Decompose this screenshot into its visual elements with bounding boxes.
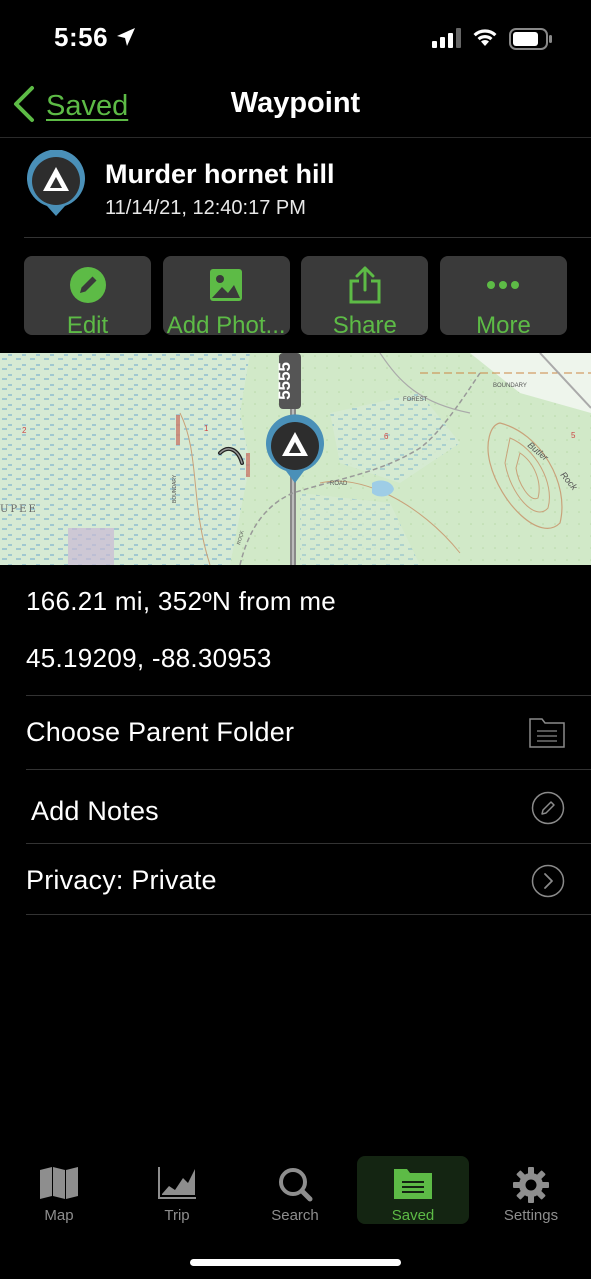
waypoint-map[interactable]: 5555 UPEE FOREST BOUNDARY Butler Rock RO… — [0, 353, 591, 565]
choose-parent-folder-row[interactable]: Choose Parent Folder — [26, 695, 591, 769]
share-button[interactable]: Share — [301, 256, 429, 335]
chart-icon — [157, 1166, 197, 1205]
distance-text: 166.21 mi, 352ºN from me — [26, 586, 337, 616]
tab-settings-label: Settings — [503, 1207, 559, 1224]
tab-bar: Map Trip Search Saved Settings — [0, 1150, 591, 1240]
map-label-place: UPEE — [0, 504, 38, 515]
page-title: Waypoint — [230, 87, 361, 119]
battery-icon — [509, 28, 553, 55]
map-label-boundary: BOUNDARY — [493, 383, 527, 389]
tab-search-label: Search — [271, 1207, 319, 1224]
folder-icon — [393, 1166, 433, 1205]
share-label: Share — [332, 312, 397, 335]
cellular-signal-icon — [432, 28, 462, 53]
coordinates-text[interactable]: 45.19209, -88.30953 — [26, 643, 272, 674]
waypoint-name: Murder hornet hill — [105, 159, 335, 189]
chevron-right-circle-icon — [531, 864, 565, 903]
map-label-boundary-side: BOUNDARY — [172, 474, 178, 503]
map-road-number: 5555 — [275, 362, 294, 400]
map-label-section-2: 2 — [22, 426, 27, 435]
waypoint-header: Murder hornet hill 11/14/21, 12:40:17 PM — [24, 138, 591, 238]
tab-trip-label: Trip — [164, 1207, 190, 1224]
pencil-icon — [69, 266, 107, 309]
tab-map-label: Map — [44, 1207, 74, 1224]
status-time: 5:56 — [54, 22, 109, 52]
search-icon — [277, 1166, 313, 1207]
tab-saved[interactable]: Saved — [357, 1156, 469, 1224]
image-icon — [207, 266, 245, 309]
add-notes-label: Add Notes — [31, 796, 159, 826]
add-notes-row[interactable]: Add Notes — [26, 769, 591, 843]
navigation-bar: Saved Waypoint — [0, 80, 591, 138]
wifi-icon — [471, 26, 499, 53]
edit-label: Edit — [66, 312, 109, 335]
privacy-label: Privacy: Private — [26, 865, 217, 895]
map-label-section-1: 1 — [204, 424, 209, 433]
gear-icon — [512, 1166, 550, 1209]
privacy-row[interactable]: Privacy: Private — [26, 843, 591, 915]
map-icon — [39, 1166, 79, 1205]
tab-settings[interactable]: Settings — [475, 1156, 587, 1224]
folder-icon — [529, 716, 565, 753]
tab-map[interactable]: Map — [3, 1156, 115, 1224]
add-photo-button[interactable]: Add Phot... — [162, 256, 290, 335]
waypoint-timestamp: 11/14/21, 12:40:17 PM — [105, 197, 306, 219]
status-bar: 5:56 — [0, 0, 591, 80]
action-buttons: Edit Add Phot... Share More — [24, 256, 567, 335]
share-icon — [346, 266, 384, 309]
add-photo-label: Add Phot... — [166, 312, 286, 335]
location-arrow-icon — [116, 27, 136, 52]
tab-trip[interactable]: Trip — [121, 1156, 233, 1224]
tab-search[interactable]: Search — [239, 1156, 351, 1224]
map-label-section-6: 6 — [384, 432, 389, 441]
home-indicator[interactable] — [190, 1259, 401, 1266]
tab-saved-label: Saved — [391, 1207, 435, 1224]
more-button[interactable]: More — [439, 256, 567, 335]
waypoint-pin-icon — [24, 149, 88, 223]
map-label-section-5: 5 — [571, 431, 576, 440]
more-icon — [484, 266, 522, 309]
map-label-forest: FOREST — [403, 397, 428, 403]
map-label-road: ROAD — [330, 481, 348, 487]
choose-parent-folder-label: Choose Parent Folder — [26, 717, 295, 747]
more-label: More — [476, 312, 531, 335]
edit-button[interactable]: Edit — [24, 256, 151, 335]
pencil-circle-icon — [531, 791, 565, 830]
